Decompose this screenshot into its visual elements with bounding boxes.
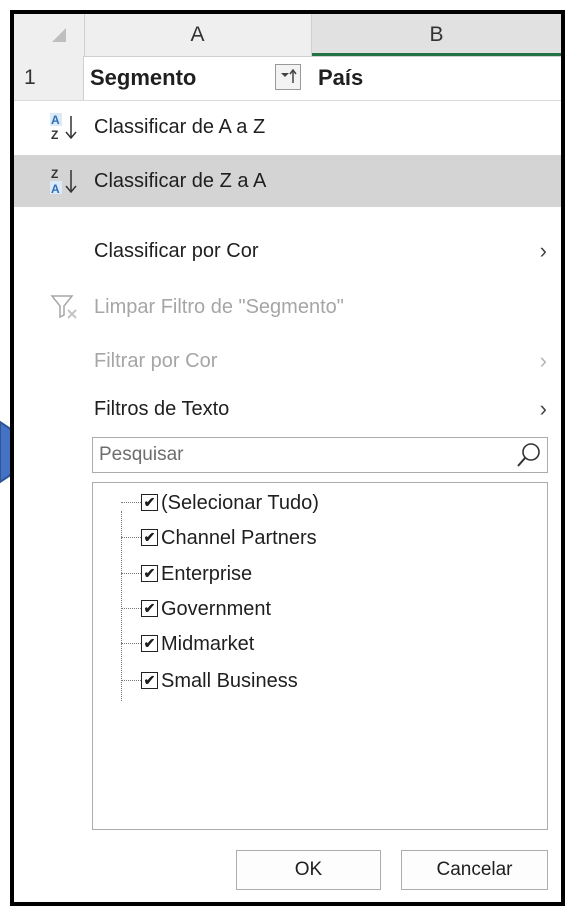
cancel-button[interactable]: Cancelar	[401, 850, 548, 890]
text-filters-label: Filtros de Texto	[94, 398, 230, 420]
sort-z-a-item[interactable]: Z A Classificar de Z a A	[14, 155, 561, 207]
list-item[interactable]: ✔ Midmarket	[121, 626, 541, 662]
search-icon[interactable]	[515, 441, 543, 469]
chevron-right-icon: ›	[539, 238, 547, 263]
text-filters-item[interactable]: Filtros de Texto ›	[14, 383, 561, 435]
checkbox-checked[interactable]: ✔	[141, 635, 158, 652]
filter-values-list[interactable]: ✔ (Selecionar Tudo) ✔ Channel Partners ✔…	[92, 482, 548, 830]
chevron-right-icon: ›	[539, 348, 547, 373]
list-item-select-all[interactable]: ✔ (Selecionar Tudo)	[121, 485, 541, 521]
clear-filter-item[interactable]: Limpar Filtro de "Segmento"	[14, 281, 561, 333]
checkbox-checked[interactable]: ✔	[141, 529, 158, 546]
checkbox-checked[interactable]: ✔	[141, 672, 158, 689]
column-header-a[interactable]: A	[84, 14, 312, 56]
column-header-bar: A B	[14, 14, 561, 57]
sort-by-color-item[interactable]: Classificar por Cor ›	[14, 225, 561, 277]
checkbox-checked[interactable]: ✔	[141, 565, 158, 582]
ok-button[interactable]: OK	[236, 850, 381, 890]
filter-by-color-item[interactable]: Filtrar por Cor ›	[14, 335, 561, 387]
clear-filter-icon	[50, 295, 77, 319]
sort-a-z-item[interactable]: A Z Classificar de A a Z	[14, 101, 561, 153]
list-item[interactable]: ✔ Small Business	[121, 663, 541, 699]
search-placeholder: Pesquisar	[99, 444, 184, 465]
cell-b1[interactable]: País	[318, 56, 363, 100]
checkbox-checked[interactable]: ✔	[141, 494, 158, 511]
checkbox-checked[interactable]: ✔	[141, 600, 158, 617]
select-all-corner[interactable]	[14, 14, 85, 56]
chevron-right-icon: ›	[539, 396, 547, 421]
svg-text:Z: Z	[51, 128, 58, 141]
list-item[interactable]: ✔ Government	[121, 591, 541, 627]
svg-text:Z: Z	[51, 167, 58, 181]
list-item[interactable]: ✔ Channel Partners	[121, 520, 541, 556]
sort-ascending-icon: A Z	[50, 113, 77, 141]
cell-a1[interactable]: Segmento	[90, 56, 196, 100]
filter-by-color-label: Filtrar por Cor	[94, 350, 218, 372]
svg-text:A: A	[51, 182, 60, 195]
list-item[interactable]: ✔ Enterprise	[121, 556, 541, 592]
filter-dropdown-button[interactable]	[275, 64, 301, 90]
sort-z-a-label: Classificar de Z a A	[94, 170, 267, 192]
autofilter-window: A B 1 Segmento País A Z Classificar de A…	[10, 10, 565, 906]
sort-descending-icon: Z A	[50, 167, 77, 195]
sort-by-color-label: Classificar por Cor	[94, 240, 259, 262]
clear-filter-label: Limpar Filtro de "Segmento"	[94, 296, 344, 318]
filter-menu: A Z Classificar de A a Z Z A Classificar…	[14, 101, 561, 902]
column-header-b[interactable]: B	[312, 14, 561, 56]
row-header-1[interactable]: 1	[14, 56, 84, 100]
row-1: 1 Segmento País	[14, 56, 561, 101]
search-input[interactable]: Pesquisar	[92, 437, 548, 473]
sort-a-z-label: Classificar de A a Z	[94, 116, 266, 138]
sort-filter-icon	[281, 68, 297, 83]
svg-text:A: A	[51, 113, 60, 127]
